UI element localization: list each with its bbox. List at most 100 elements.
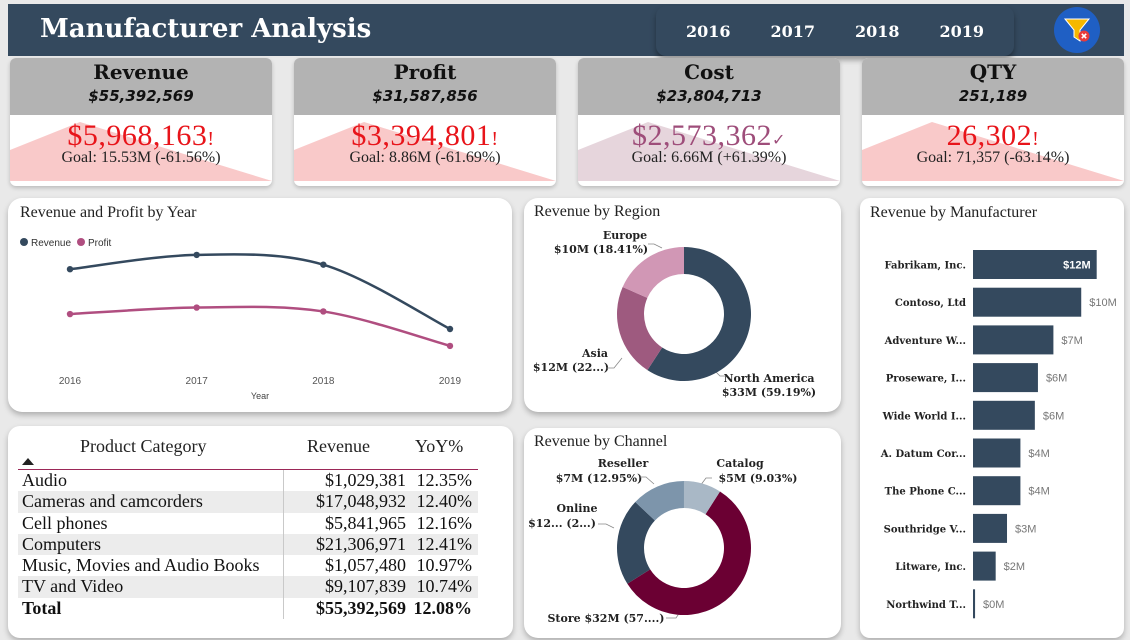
- channel-label-online-value: $12... (2...): [528, 517, 596, 530]
- bar-value-label: $2M: [1004, 561, 1025, 573]
- clear-filter-button[interactable]: [1054, 7, 1100, 53]
- legend-revenue-marker: [20, 238, 28, 246]
- check-icon: ✓: [772, 132, 786, 149]
- leader-line: [648, 243, 663, 249]
- year-button-2018[interactable]: 2018: [855, 22, 900, 41]
- table-row[interactable]: Cameras and camcorders $17,048,932 12.40%: [18, 491, 478, 513]
- bar-value-label: $0M: [983, 599, 1004, 611]
- kpi-title: Revenue: [93, 60, 189, 84]
- kpi-title: QTY: [969, 60, 1017, 84]
- region-label-asia-value: $12M (22...): [533, 361, 609, 374]
- cell-yoy: 10.97%: [416, 555, 473, 576]
- data-point-revenue[interactable]: [320, 261, 327, 268]
- series-line-revenue: [69, 253, 451, 331]
- kpi-value: 26,302!: [946, 119, 1040, 152]
- cell-revenue: $21,306,971: [283, 533, 408, 556]
- kpi-title: Cost: [684, 60, 734, 84]
- kpi-value: $5,968,163!: [67, 119, 215, 152]
- cell-category: TV and Video: [22, 576, 124, 597]
- kpi-title: Profit: [393, 60, 457, 84]
- data-point-revenue[interactable]: [193, 251, 200, 259]
- bar[interactable]: [973, 551, 996, 581]
- data-point-revenue[interactable]: [446, 325, 454, 333]
- data-point-profit[interactable]: [446, 342, 454, 350]
- year-button-2019[interactable]: 2019: [939, 22, 984, 41]
- data-point-revenue[interactable]: [66, 266, 74, 273]
- cell-revenue: $55,392,569: [283, 597, 408, 620]
- cell-category: Cameras and camcorders: [22, 491, 203, 512]
- x-tick-label: 2016: [59, 376, 82, 387]
- cell-yoy: 12.40%: [416, 491, 473, 512]
- channel-label-reseller-name: Reseller: [598, 457, 649, 470]
- kpi-card-qty: QTY 251,189 26,302! Goal: 71,357 (-63.14…: [862, 58, 1124, 186]
- channel-label-reseller-value: $7M (12.95%): [556, 472, 643, 485]
- kpi-total: $31,587,856: [372, 87, 478, 105]
- cell-revenue: $1,029,381: [283, 470, 408, 492]
- page-title: Manufacturer Analysis: [40, 14, 372, 44]
- column-header-category[interactable]: Product Category: [80, 436, 206, 457]
- bar-value-label: $10M: [1089, 297, 1117, 309]
- column-header-revenue[interactable]: Revenue: [307, 436, 370, 457]
- bar-value-label: $6M: [1046, 373, 1067, 385]
- year-button-2017[interactable]: 2017: [770, 22, 815, 41]
- revenue-by-channel-card: Revenue by Channel Reseller $7M (12.95%)…: [524, 428, 841, 638]
- manufacturer-bar-chart: Fabrikam, Inc. $12M Contoso, Ltd $10M Advent…: [880, 250, 1117, 619]
- bar-category-label: Litware, Inc.: [895, 562, 966, 573]
- slice-asia[interactable]: [617, 287, 663, 371]
- cell-category: Audio: [22, 470, 67, 490]
- cell-yoy: 12.35%: [416, 470, 473, 490]
- bar-category-label: Adventure W...: [884, 336, 966, 347]
- bar[interactable]: [973, 438, 1021, 468]
- bar-category-label: Proseware, I...: [886, 374, 966, 385]
- data-point-profit[interactable]: [66, 310, 74, 318]
- data-point-profit[interactable]: [193, 304, 200, 311]
- bar[interactable]: [973, 589, 976, 619]
- cell-revenue: $9,107,839: [283, 576, 408, 598]
- cell-revenue: $17,048,932: [283, 491, 408, 513]
- channel-label-catalog-value: $5M (9.03%): [719, 472, 798, 485]
- cell-category: Computers: [22, 533, 101, 554]
- bar-category-label: Contoso, Ltd: [895, 298, 966, 309]
- year-button-2016[interactable]: 2016: [686, 22, 731, 41]
- revenue-profit-line-card: Revenue and Profit by Year Revenue Profi…: [8, 198, 512, 412]
- header-bar: Manufacturer Analysis 2016 2017 2018 201…: [8, 4, 1124, 56]
- x-tick-label: 2017: [186, 376, 209, 387]
- funnel-clear-icon: [1063, 18, 1091, 42]
- x-tick-label: 2018: [312, 376, 335, 387]
- cell-category: Total: [22, 597, 62, 618]
- region-label-na-name: North America: [723, 372, 814, 385]
- region-label-asia-name: Asia: [581, 347, 608, 360]
- channel-label-online-name: Online: [557, 502, 598, 515]
- bar-value-label: $6M: [1043, 410, 1064, 422]
- bar[interactable]: [973, 513, 1008, 543]
- data-point-profit[interactable]: [320, 308, 327, 315]
- channel-label-store: Store $32M (57....): [547, 612, 664, 625]
- cell-category: Music, Movies and Audio Books: [22, 555, 260, 576]
- bar-category-label: Wide World I...: [882, 411, 966, 422]
- bar-value-label: $4M: [1028, 486, 1049, 498]
- bar[interactable]: [973, 363, 1038, 393]
- x-tick-label: 2019: [439, 376, 462, 387]
- kpi-total: 251,189: [958, 87, 1028, 105]
- table-row[interactable]: Music, Movies and Audio Books $1,057,480 1…: [18, 555, 478, 577]
- bar[interactable]: [973, 287, 1082, 317]
- kpi-value: $3,394,801!: [351, 119, 499, 152]
- table-row[interactable]: Computers $21,306,971 12.41%: [18, 533, 478, 556]
- table-row[interactable]: Cell phones $5,841,965 12.16%: [18, 512, 478, 534]
- sort-ascending-icon[interactable]: [22, 458, 34, 465]
- bar[interactable]: [973, 325, 1054, 355]
- alert-icon: !: [207, 128, 215, 150]
- series-line-profit: [69, 305, 451, 348]
- table-row[interactable]: Audio $1,029,381 12.35%: [18, 470, 478, 492]
- table-body: Audio $1,029,381 12.35% Cameras and camcor…: [18, 469, 478, 620]
- bar[interactable]: [973, 400, 1035, 430]
- table-row[interactable]: TV and Video $9,107,839 10.74%: [18, 576, 478, 598]
- bar-value-label: $7M: [1061, 335, 1082, 347]
- cell-yoy: 12.08%: [413, 597, 473, 618]
- column-header-yoy[interactable]: YoY%: [415, 436, 463, 457]
- bar[interactable]: [973, 476, 1021, 506]
- table-header: Product Category Revenue YoY%: [8, 436, 513, 464]
- cell-revenue: $1,057,480: [283, 555, 408, 577]
- region-label-europe-name: Europe: [603, 229, 647, 242]
- bar-value-label: $12M: [1063, 260, 1091, 272]
